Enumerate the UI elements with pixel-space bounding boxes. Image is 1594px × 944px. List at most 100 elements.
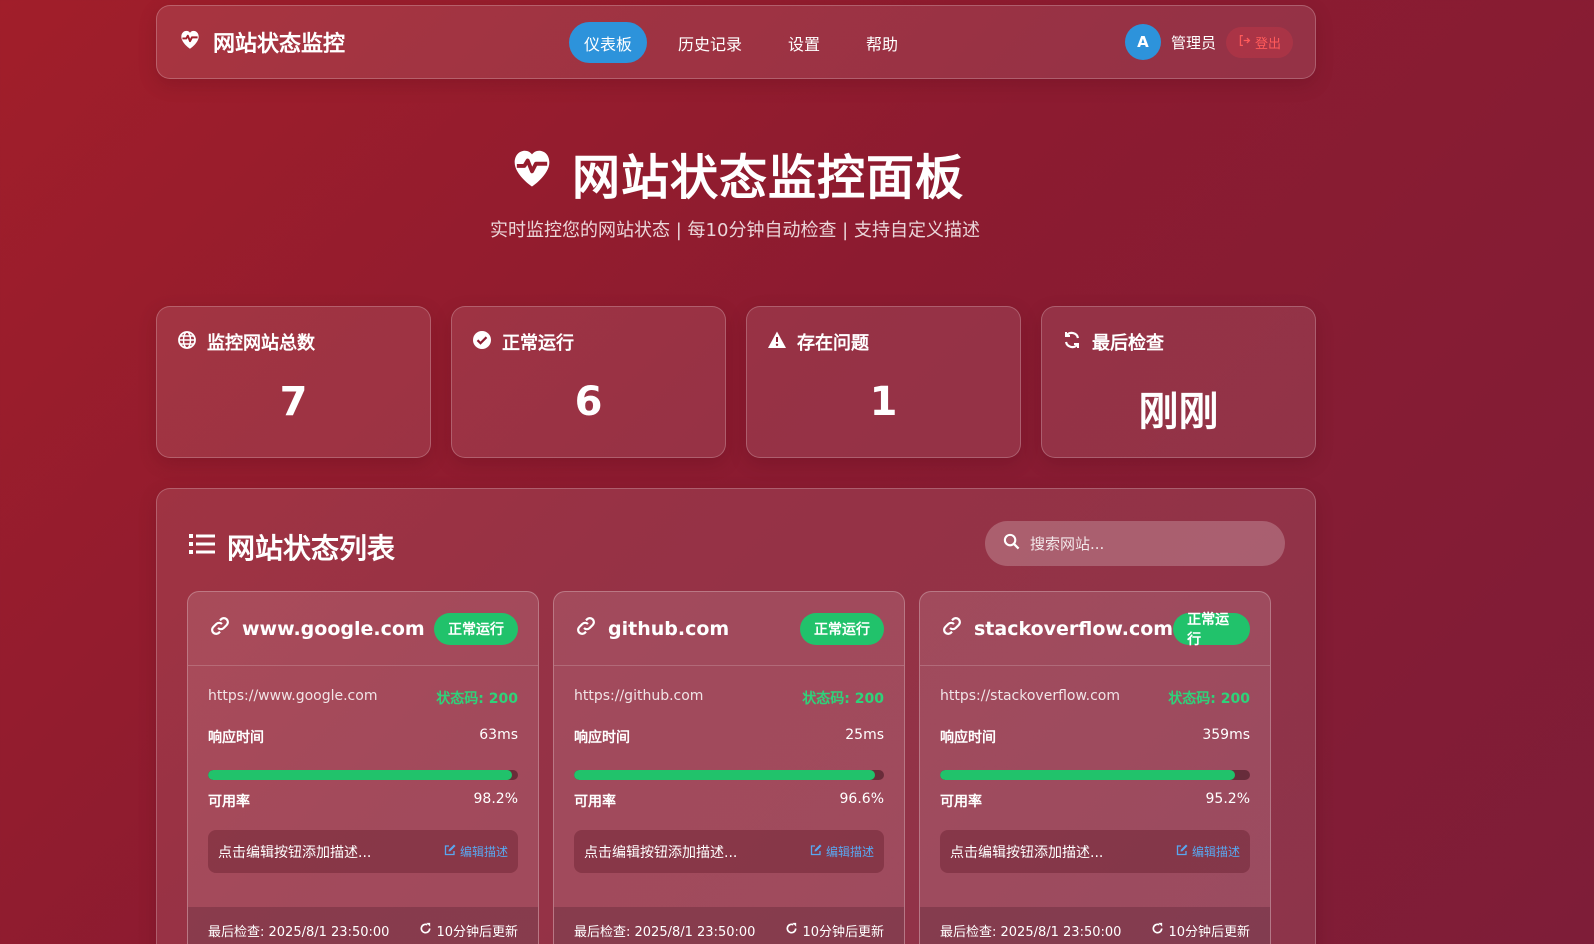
edit-description-button[interactable]: 编辑描述 [810, 843, 874, 860]
stat-label: 最后检查 [1092, 333, 1164, 354]
response-time-value: 63ms [479, 727, 518, 743]
response-bar [208, 770, 518, 780]
list-icon [187, 529, 217, 566]
nav-settings[interactable]: 设置 [773, 22, 835, 63]
edit-description-button[interactable]: 编辑描述 [444, 843, 508, 860]
stat-value: 7 [279, 379, 308, 425]
stat-card-last-check: 最后检查 刚刚 [1041, 306, 1316, 458]
description-text: 点击编辑按钮添加描述... [218, 844, 372, 861]
response-bar-fill [574, 770, 875, 780]
stat-card-running: 正常运行 6 [451, 306, 726, 458]
brand[interactable]: 网站状态监控 [177, 26, 345, 58]
edit-description-button[interactable]: 编辑描述 [1176, 843, 1240, 860]
card-footer: 最后检查: 2025/8/1 23:50:00 10分钟后更新 [188, 907, 538, 944]
heartbeat-icon [177, 26, 203, 58]
site-card: www.google.com 正常运行 https://www.google.c… [187, 591, 539, 944]
next-update: 10分钟后更新 [1151, 921, 1250, 940]
edit-label: 编辑描述 [1191, 845, 1240, 859]
nav-history[interactable]: 历史记录 [663, 22, 757, 63]
status-badge: 正常运行 [800, 612, 884, 645]
status-code: 状态码: 200 [436, 691, 518, 707]
warning-icon [767, 330, 787, 355]
next-update: 10分钟后更新 [419, 921, 518, 940]
response-time-value: 359ms [1202, 727, 1250, 743]
uptime-label: 可用率 [208, 794, 250, 810]
brand-title: 网站状态监控 [213, 32, 346, 57]
response-time-label: 响应时间 [208, 730, 264, 746]
logout-label: 登出 [1254, 36, 1281, 52]
edit-icon [444, 844, 456, 859]
last-check-text: 最后检查: 2025/8/1 23:50:00 [940, 924, 1122, 940]
user-name: 管理员 [1170, 33, 1216, 52]
response-bar-fill [208, 770, 512, 780]
hero-title-row: 网站状态监控面板 [0, 138, 1470, 208]
next-update-text: 10分钟后更新 [1168, 924, 1250, 940]
stat-value: 1 [869, 379, 898, 425]
logout-button[interactable]: 登出 [1225, 26, 1293, 58]
link-icon [208, 614, 232, 643]
description-box: 点击编辑按钮添加描述... 编辑描述 [574, 830, 884, 873]
stat-card-total: 监控网站总数 7 [156, 306, 431, 458]
last-check-text: 最后检查: 2025/8/1 23:50:00 [574, 924, 756, 940]
site-name[interactable]: www.google.com [242, 618, 425, 640]
last-check-text: 最后检查: 2025/8/1 23:50:00 [208, 924, 390, 940]
nav-help[interactable]: 帮助 [851, 22, 913, 63]
sign-out-icon [1238, 34, 1251, 51]
redo-icon [1151, 922, 1164, 939]
description-box: 点击编辑按钮添加描述... 编辑描述 [208, 830, 518, 873]
response-bar [574, 770, 884, 780]
edit-icon [1176, 844, 1188, 859]
stat-card-issues: 存在问题 1 [746, 306, 1021, 458]
response-bar-fill [940, 770, 1235, 780]
user-area: A 管理员 登出 [1124, 24, 1293, 60]
description-box: 点击编辑按钮添加描述... 编辑描述 [940, 830, 1250, 873]
site-url[interactable]: https://github.com [574, 688, 703, 708]
redo-icon [785, 922, 798, 939]
site-card: github.com 正常运行 https://github.com 状态码: … [553, 591, 905, 944]
edit-icon [810, 844, 822, 859]
refresh-icon [1062, 330, 1082, 355]
check-circle-icon [472, 330, 492, 355]
search-icon [1003, 533, 1020, 554]
card-footer: 最后检查: 2025/8/1 23:50:00 10分钟后更新 [554, 907, 904, 944]
site-card: stackoverflow.com 正常运行 https://stackover… [919, 591, 1271, 944]
section-title-text: 网站状态列表 [227, 532, 396, 565]
uptime-label: 可用率 [940, 794, 982, 810]
status-badge: 正常运行 [1173, 612, 1250, 648]
site-url[interactable]: https://www.google.com [208, 688, 377, 708]
description-text: 点击编辑按钮添加描述... [950, 844, 1104, 861]
status-badge: 正常运行 [434, 612, 518, 645]
stat-value: 刚刚 [1138, 389, 1219, 435]
globe-icon [177, 330, 197, 355]
link-icon [940, 614, 964, 643]
edit-label: 编辑描述 [459, 845, 508, 859]
uptime-value: 95.2% [1205, 791, 1250, 807]
response-time-value: 25ms [845, 727, 884, 743]
page-subtitle: 实时监控您的网站状态 | 每10分钟自动检查 | 支持自定义描述 [490, 220, 980, 241]
card-footer: 最后检查: 2025/8/1 23:50:00 10分钟后更新 [920, 907, 1270, 944]
response-time-label: 响应时间 [940, 730, 996, 746]
site-name[interactable]: stackoverflow.com [974, 618, 1173, 640]
stat-label: 监控网站总数 [207, 333, 315, 354]
uptime-value: 98.2% [473, 791, 518, 807]
nav-links: 仪表板 历史记录 设置 帮助 [569, 22, 913, 63]
status-code: 状态码: 200 [802, 691, 884, 707]
next-update-text: 10分钟后更新 [436, 924, 518, 940]
site-url[interactable]: https://stackoverflow.com [940, 688, 1120, 708]
next-update-text: 10分钟后更新 [802, 924, 884, 940]
uptime-value: 96.6% [839, 791, 884, 807]
search-input[interactable] [1030, 534, 1267, 553]
stat-value: 6 [574, 379, 603, 425]
response-bar [940, 770, 1250, 780]
stat-label: 正常运行 [502, 333, 574, 354]
nav-dashboard[interactable]: 仪表板 [569, 22, 648, 63]
page-title: 网站状态监控面板 [571, 150, 964, 206]
avatar[interactable]: A [1124, 24, 1161, 60]
heartbeat-icon [506, 141, 558, 205]
search-box[interactable] [985, 521, 1285, 566]
site-list-panel: 网站状态列表 www.google.com 正常运行 https://www.g… [156, 488, 1316, 944]
status-code: 状态码: 200 [1168, 691, 1250, 707]
stat-label: 存在问题 [797, 333, 869, 354]
site-name[interactable]: github.com [608, 618, 729, 640]
redo-icon [419, 922, 432, 939]
